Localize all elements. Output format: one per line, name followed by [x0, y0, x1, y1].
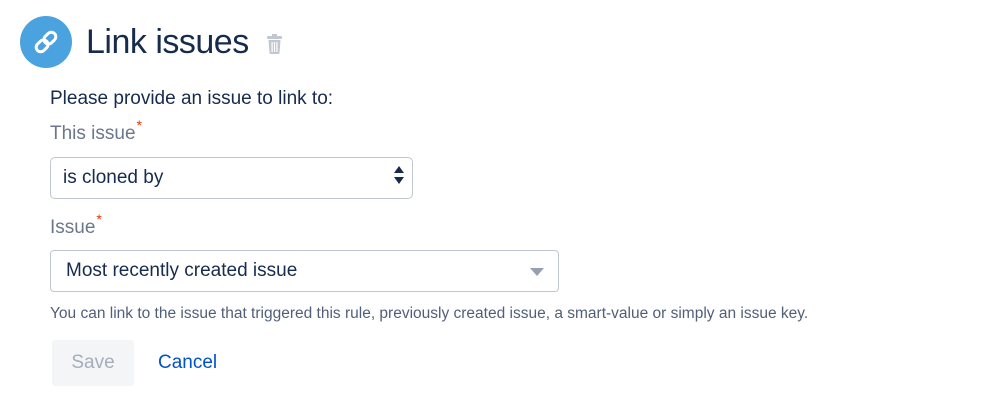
this-issue-label: This issue*: [50, 117, 980, 147]
required-marker: *: [136, 117, 142, 133]
link-icon: [20, 16, 72, 68]
trash-icon[interactable]: [266, 34, 282, 54]
link-type-select[interactable]: is cloned by: [50, 157, 413, 199]
form-prompt: Please provide an issue to link to:: [50, 88, 334, 109]
link-issues-form: Please provide an issue to link to: This…: [50, 86, 980, 386]
link-type-value: is cloned by: [63, 167, 164, 188]
required-marker: *: [96, 211, 102, 227]
issue-label-text: Issue: [50, 217, 96, 238]
save-button[interactable]: Save: [52, 340, 134, 386]
cancel-button[interactable]: Cancel: [158, 352, 217, 374]
this-issue-label-text: This issue: [50, 123, 136, 144]
select-arrows-icon: [394, 164, 404, 192]
issue-select-value: Most recently created issue: [66, 260, 298, 281]
chevron-down-icon: [530, 260, 544, 282]
form-actions: Save Cancel: [50, 340, 980, 386]
page-title: Link issues: [86, 23, 249, 61]
component-header: Link issues: [20, 16, 282, 68]
issue-label: Issue*: [50, 211, 980, 241]
helper-text: You can link to the issue that triggered…: [50, 305, 809, 322]
issue-select[interactable]: Most recently created issue: [50, 250, 559, 292]
